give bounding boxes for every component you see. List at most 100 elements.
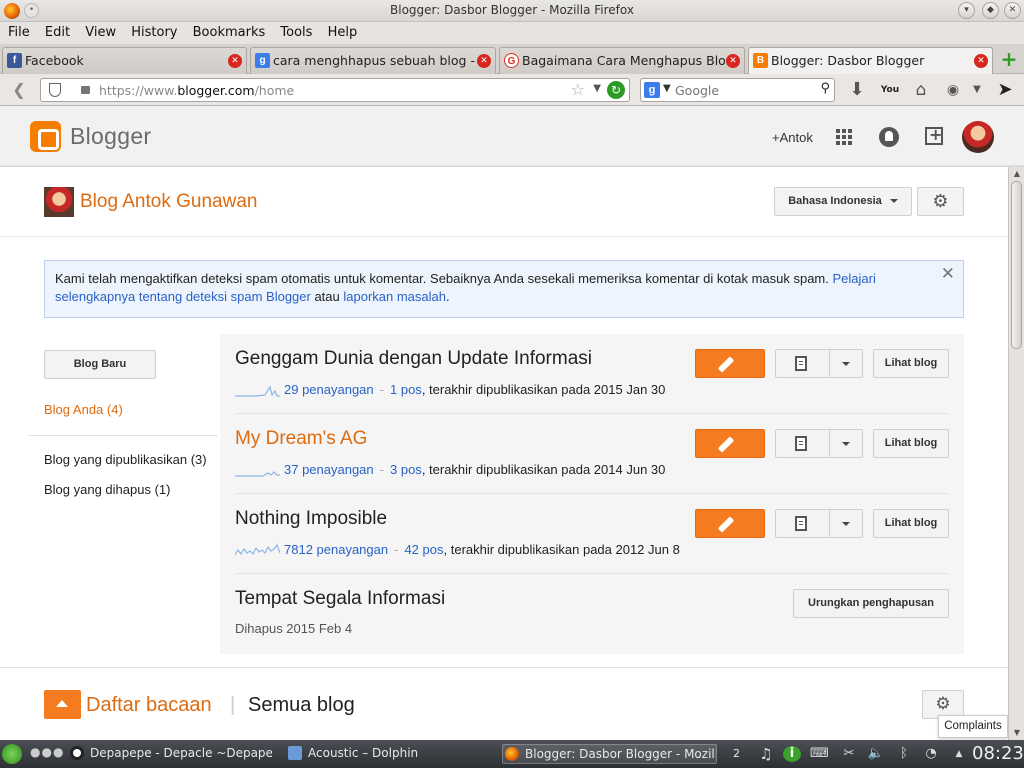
back-icon[interactable]: ❮ <box>6 79 32 101</box>
view-blog-button[interactable]: Lihat blog <box>873 509 949 538</box>
posts-link[interactable]: 42 pos <box>404 542 443 557</box>
url-bar[interactable]: https://www.blogger.com/home ☆ ▼ ↻ <box>40 78 630 102</box>
bookmark-star-icon[interactable]: ☆ <box>571 80 585 99</box>
report-problem-link[interactable]: laporkan masalah <box>343 289 446 304</box>
menu-history[interactable]: History <box>131 22 177 40</box>
page-scrollbar[interactable]: ▲ ▼ <box>1008 167 1024 740</box>
download-icon[interactable]: ⬇ <box>846 80 868 100</box>
close-tab-icon[interactable]: ✕ <box>974 54 988 68</box>
menu-bookmarks[interactable]: Bookmarks <box>193 22 266 40</box>
posts-menu-button[interactable] <box>775 429 863 458</box>
menu-tools[interactable]: Tools <box>280 22 312 40</box>
start-menu-icon[interactable] <box>2 744 22 764</box>
url-text[interactable]: https://www.blogger.com/home <box>99 83 294 98</box>
pageviews-sparkline <box>235 543 280 556</box>
network-icon[interactable]: ◔ <box>922 746 940 762</box>
task-dolphin[interactable]: Acoustic – Dolphin <box>286 744 476 764</box>
maximize-button[interactable]: ◆ <box>982 2 999 19</box>
undo-delete-button[interactable]: Urungkan penghapusan <box>793 589 949 618</box>
pageviews-link[interactable]: 37 penayangan <box>284 462 374 477</box>
all-blogs-filter[interactable]: Semua blog <box>248 694 355 717</box>
virtual-desktop-indicator[interactable]: 2 <box>733 747 740 760</box>
toolbar-dropdown-icon[interactable]: ▼ <box>966 80 988 100</box>
new-tab-icon[interactable]: + <box>1000 49 1018 69</box>
music-note-icon[interactable]: ♫ <box>757 746 775 762</box>
reload-icon[interactable]: ↻ <box>607 81 625 99</box>
scroll-down-icon[interactable]: ▼ <box>1012 728 1022 738</box>
close-window-button[interactable]: ✕ <box>1004 2 1021 19</box>
sidebar-item-your-blogs[interactable]: Blog Anda (4) <box>44 402 123 417</box>
shield-icon[interactable] <box>49 83 61 97</box>
pageviews-link[interactable]: 29 penayangan <box>284 382 374 397</box>
posts-menu-button[interactable] <box>775 349 863 378</box>
google-search-icon[interactable]: g <box>644 82 660 98</box>
clock[interactable]: 08:23 <box>972 743 1024 764</box>
blog-title[interactable]: Genggam Dunia dengan Update Informasi <box>235 348 592 370</box>
close-tab-icon[interactable]: ✕ <box>228 54 242 68</box>
youtube-icon[interactable]: You <box>879 80 901 100</box>
tab-bagaimana-cara[interactable]: G Bagaimana Cara Menghapus Blo... ✕ <box>499 47 745 74</box>
menu-help[interactable]: Help <box>328 22 358 40</box>
apps-grid-icon[interactable] <box>836 129 852 145</box>
binoculars-icon[interactable]: ⚲ <box>820 81 830 96</box>
posts-link[interactable]: 1 pos <box>390 382 422 397</box>
posts-menu-button[interactable] <box>775 509 863 538</box>
search-bar[interactable]: g ▼ ⚲ <box>640 78 835 102</box>
complaints-button[interactable]: Complaints <box>938 715 1008 738</box>
tab-label: Facebook <box>25 53 84 68</box>
task-overflow-icon[interactable]: ●●● <box>30 745 64 759</box>
sidebar-item-deleted[interactable]: Blog yang dihapus (1) <box>44 482 170 497</box>
task-firefox[interactable]: Blogger: Dasbor Blogger - Mozilla <box>502 744 717 764</box>
volume-icon[interactable]: 🔈 <box>867 746 885 762</box>
share-plus-icon[interactable] <box>925 125 943 145</box>
chevron-down-icon[interactable] <box>842 522 850 526</box>
view-blog-button[interactable]: Lihat blog <box>873 349 949 378</box>
new-post-button[interactable] <box>695 429 765 458</box>
info-icon[interactable]: i <box>783 746 801 762</box>
user-plus-link[interactable]: +Antok <box>772 130 813 145</box>
minimize-button[interactable]: ▾ <box>958 2 975 19</box>
user-avatar[interactable] <box>962 121 994 153</box>
blog-title[interactable]: Nothing Imposible <box>235 508 387 530</box>
task-music-player[interactable]: Depapepe - Depacle ~Depapepe F <box>68 744 272 764</box>
blogger-logo-icon[interactable] <box>30 121 61 152</box>
close-tab-icon[interactable]: ✕ <box>477 54 491 68</box>
tab-facebook[interactable]: f Facebook ✕ <box>2 47 247 74</box>
keyboard-icon[interactable]: ⌨ <box>810 746 829 762</box>
notification-bell-icon[interactable] <box>879 127 899 147</box>
blog-owner-title[interactable]: Blog Antok Gunawan <box>80 191 257 213</box>
addon-icon[interactable]: ◉ <box>942 80 964 100</box>
new-blog-button[interactable]: Blog Baru <box>44 350 156 379</box>
lock-icon[interactable] <box>81 86 90 94</box>
url-dropdown-icon[interactable]: ▼ <box>593 83 601 94</box>
language-dropdown[interactable]: Bahasa Indonesia <box>774 187 912 216</box>
close-tab-icon[interactable]: ✕ <box>726 54 740 68</box>
menu-view[interactable]: View <box>85 22 116 40</box>
reading-list-title[interactable]: Daftar bacaan <box>86 694 212 717</box>
tray-expand-icon[interactable]: ▲ <box>950 746 968 762</box>
tools-icon[interactable]: ✂ <box>840 746 858 762</box>
view-blog-button[interactable]: Lihat blog <box>873 429 949 458</box>
bluetooth-icon[interactable]: ᛒ <box>895 746 913 762</box>
pageviews-link[interactable]: 7812 penayangan <box>284 542 388 557</box>
tab-blogger-dasbor[interactable]: B Blogger: Dasbor Blogger ✕ <box>748 47 993 74</box>
scroll-thumb[interactable] <box>1011 181 1022 349</box>
search-engine-dropdown-icon[interactable]: ▼ <box>663 83 671 94</box>
home-icon[interactable]: ⌂ <box>910 80 932 100</box>
tab-cara-menghapus[interactable]: g cara menghhapus sebuah blog - ... ✕ <box>250 47 496 74</box>
settings-gear-icon[interactable]: ⚙ <box>917 187 964 216</box>
chevron-down-icon[interactable] <box>842 362 850 366</box>
new-post-button[interactable] <box>695 349 765 378</box>
menu-edit[interactable]: Edit <box>45 22 70 40</box>
new-post-button[interactable] <box>695 509 765 538</box>
blogger-logo-text[interactable]: Blogger <box>70 123 151 150</box>
menu-file[interactable]: File <box>8 22 30 40</box>
blog-title[interactable]: My Dream's AG <box>235 428 367 450</box>
close-icon[interactable]: ✕ <box>941 265 955 283</box>
scroll-up-icon[interactable]: ▲ <box>1012 169 1022 179</box>
search-input[interactable] <box>675 82 807 98</box>
chevron-down-icon[interactable] <box>842 442 850 446</box>
posts-link[interactable]: 3 pos <box>390 462 422 477</box>
sidebar-item-published[interactable]: Blog yang dipublikasikan (3) <box>44 452 207 467</box>
collapse-toggle-icon[interactable] <box>44 690 81 719</box>
